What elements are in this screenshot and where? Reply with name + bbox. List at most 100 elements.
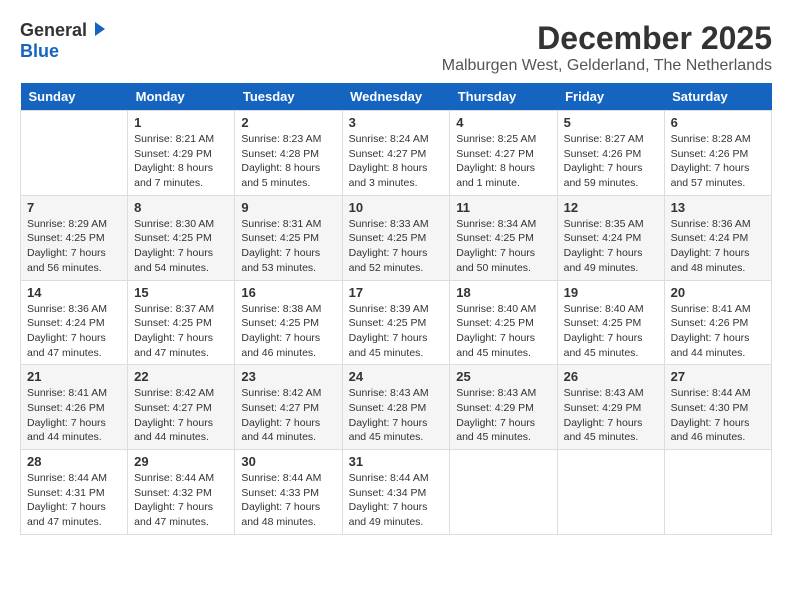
- logo-text-general: General: [20, 20, 87, 41]
- calendar-cell: 7 Sunrise: 8:29 AMSunset: 4:25 PMDaylight…: [21, 195, 128, 280]
- header-friday: Friday: [557, 83, 664, 111]
- day-info: Sunrise: 8:44 AMSunset: 4:31 PMDaylight:…: [27, 471, 121, 530]
- day-number: 3: [349, 115, 444, 130]
- day-info: Sunrise: 8:44 AMSunset: 4:32 PMDaylight:…: [134, 471, 228, 530]
- day-info: Sunrise: 8:40 AMSunset: 4:25 PMDaylight:…: [564, 302, 658, 361]
- calendar-cell: 26Sunrise: 8:43 AMSunset: 4:29 PMDayligh…: [557, 365, 664, 450]
- calendar-cell: 10Sunrise: 8:33 AMSunset: 4:25 PMDayligh…: [342, 195, 450, 280]
- day-number: 18: [456, 285, 550, 300]
- day-number: 27: [671, 369, 765, 384]
- calendar-header: Sunday Monday Tuesday Wednesday Thursday…: [21, 83, 772, 111]
- calendar-cell: 31 Sunrise: 8:44 AMSunset: 4:34 PMDayligh…: [342, 450, 450, 535]
- calendar-cell: 25Sunrise: 8:43 AMSunset: 4:29 PMDayligh…: [450, 365, 557, 450]
- calendar-cell: 5 Sunrise: 8:27 AMSunset: 4:26 PMDaylight…: [557, 111, 664, 196]
- day-info: Sunrise: 8:43 AMSunset: 4:28 PMDaylight:…: [349, 386, 444, 445]
- day-info: Sunrise: 8:35 AMSunset: 4:24 PMDaylight:…: [564, 217, 658, 276]
- day-info: Sunrise: 8:28 AMSunset: 4:26 PMDaylight:…: [671, 132, 765, 191]
- calendar-cell: 24 Sunrise: 8:43 AMSunset: 4:28 PMDayligh…: [342, 365, 450, 450]
- header-row: Sunday Monday Tuesday Wednesday Thursday…: [21, 83, 772, 111]
- day-number: 13: [671, 200, 765, 215]
- logo-icon: [89, 20, 107, 38]
- calendar-cell: 2 Sunrise: 8:23 AMSunset: 4:28 PMDaylight…: [235, 111, 342, 196]
- calendar-cell: [557, 450, 664, 535]
- calendar-cell: [450, 450, 557, 535]
- calendar-cell: 14 Sunrise: 8:36 AMSunset: 4:24 PMDayligh…: [21, 280, 128, 365]
- day-number: 7: [27, 200, 121, 215]
- day-number: 19: [564, 285, 658, 300]
- day-number: 25: [456, 369, 550, 384]
- day-info: Sunrise: 8:29 AMSunset: 4:25 PMDaylight:…: [27, 217, 121, 276]
- day-info: Sunrise: 8:43 AMSunset: 4:29 PMDaylight:…: [564, 386, 658, 445]
- calendar-cell: 22Sunrise: 8:42 AMSunset: 4:27 PMDayligh…: [128, 365, 235, 450]
- day-info: Sunrise: 8:24 AMSunset: 4:27 PMDaylight:…: [349, 132, 444, 191]
- calendar-cell: 16 Sunrise: 8:38 AMSunset: 4:25 PMDayligh…: [235, 280, 342, 365]
- day-info: Sunrise: 8:21 AMSunset: 4:29 PMDaylight:…: [134, 132, 228, 191]
- day-info: Sunrise: 8:37 AMSunset: 4:25 PMDaylight:…: [134, 302, 228, 361]
- day-number: 4: [456, 115, 550, 130]
- day-number: 23: [241, 369, 335, 384]
- day-number: 21: [27, 369, 121, 384]
- location-title: Malburgen West, Gelderland, The Netherla…: [442, 57, 772, 75]
- header-monday: Monday: [128, 83, 235, 111]
- header-tuesday: Tuesday: [235, 83, 342, 111]
- calendar-cell: 19 Sunrise: 8:40 AMSunset: 4:25 PMDayligh…: [557, 280, 664, 365]
- day-number: 14: [27, 285, 121, 300]
- day-info: Sunrise: 8:38 AMSunset: 4:25 PMDaylight:…: [241, 302, 335, 361]
- day-number: 28: [27, 454, 121, 469]
- calendar-cell: 9Sunrise: 8:31 AMSunset: 4:25 PMDaylight…: [235, 195, 342, 280]
- calendar-cell: 3 Sunrise: 8:24 AMSunset: 4:27 PMDaylight…: [342, 111, 450, 196]
- day-info: Sunrise: 8:44 AMSunset: 4:30 PMDaylight:…: [671, 386, 765, 445]
- day-number: 30: [241, 454, 335, 469]
- day-number: 6: [671, 115, 765, 130]
- day-number: 2: [241, 115, 335, 130]
- calendar-cell: 15Sunrise: 8:37 AMSunset: 4:25 PMDayligh…: [128, 280, 235, 365]
- calendar-cell: [664, 450, 771, 535]
- day-number: 5: [564, 115, 658, 130]
- week-row-3: 14 Sunrise: 8:36 AMSunset: 4:24 PMDayligh…: [21, 280, 772, 365]
- calendar-cell: 29Sunrise: 8:44 AMSunset: 4:32 PMDayligh…: [128, 450, 235, 535]
- day-info: Sunrise: 8:25 AMSunset: 4:27 PMDaylight:…: [456, 132, 550, 191]
- day-info: Sunrise: 8:44 AMSunset: 4:33 PMDaylight:…: [241, 471, 335, 530]
- day-info: Sunrise: 8:31 AMSunset: 4:25 PMDaylight:…: [241, 217, 335, 276]
- day-info: Sunrise: 8:44 AMSunset: 4:34 PMDaylight:…: [349, 471, 444, 530]
- day-number: 17: [349, 285, 444, 300]
- day-number: 12: [564, 200, 658, 215]
- day-info: Sunrise: 8:39 AMSunset: 4:25 PMDaylight:…: [349, 302, 444, 361]
- day-number: 8: [134, 200, 228, 215]
- day-info: Sunrise: 8:23 AMSunset: 4:28 PMDaylight:…: [241, 132, 335, 191]
- day-info: Sunrise: 8:30 AMSunset: 4:25 PMDaylight:…: [134, 217, 228, 276]
- header-wednesday: Wednesday: [342, 83, 450, 111]
- calendar-cell: 17 Sunrise: 8:39 AMSunset: 4:25 PMDayligh…: [342, 280, 450, 365]
- header-saturday: Saturday: [664, 83, 771, 111]
- week-row-1: 1 Sunrise: 8:21 AMSunset: 4:29 PMDaylight…: [21, 111, 772, 196]
- day-info: Sunrise: 8:36 AMSunset: 4:24 PMDaylight:…: [27, 302, 121, 361]
- day-info: Sunrise: 8:41 AMSunset: 4:26 PMDaylight:…: [27, 386, 121, 445]
- header-sunday: Sunday: [21, 83, 128, 111]
- week-row-2: 7 Sunrise: 8:29 AMSunset: 4:25 PMDaylight…: [21, 195, 772, 280]
- calendar-table: Sunday Monday Tuesday Wednesday Thursday…: [20, 83, 772, 535]
- day-number: 10: [349, 200, 444, 215]
- calendar-cell: 30 Sunrise: 8:44 AMSunset: 4:33 PMDayligh…: [235, 450, 342, 535]
- day-info: Sunrise: 8:41 AMSunset: 4:26 PMDaylight:…: [671, 302, 765, 361]
- calendar-cell: 20Sunrise: 8:41 AMSunset: 4:26 PMDayligh…: [664, 280, 771, 365]
- header-thursday: Thursday: [450, 83, 557, 111]
- day-number: 24: [349, 369, 444, 384]
- week-row-4: 21 Sunrise: 8:41 AMSunset: 4:26 PMDayligh…: [21, 365, 772, 450]
- page-header: General Blue December 2025 Malburgen Wes…: [20, 20, 772, 75]
- day-info: Sunrise: 8:34 AMSunset: 4:25 PMDaylight:…: [456, 217, 550, 276]
- day-number: 1: [134, 115, 228, 130]
- day-info: Sunrise: 8:27 AMSunset: 4:26 PMDaylight:…: [564, 132, 658, 191]
- calendar-cell: 12 Sunrise: 8:35 AMSunset: 4:24 PMDayligh…: [557, 195, 664, 280]
- day-number: 22: [134, 369, 228, 384]
- day-number: 16: [241, 285, 335, 300]
- day-number: 31: [349, 454, 444, 469]
- calendar-cell: 1 Sunrise: 8:21 AMSunset: 4:29 PMDaylight…: [128, 111, 235, 196]
- calendar-cell: 28 Sunrise: 8:44 AMSunset: 4:31 PMDayligh…: [21, 450, 128, 535]
- logo: General Blue: [20, 20, 107, 62]
- calendar-cell: 11 Sunrise: 8:34 AMSunset: 4:25 PMDayligh…: [450, 195, 557, 280]
- logo-text-blue: Blue: [20, 41, 59, 62]
- day-number: 11: [456, 200, 550, 215]
- calendar-cell: 27 Sunrise: 8:44 AMSunset: 4:30 PMDayligh…: [664, 365, 771, 450]
- day-info: Sunrise: 8:42 AMSunset: 4:27 PMDaylight:…: [241, 386, 335, 445]
- day-info: Sunrise: 8:36 AMSunset: 4:24 PMDaylight:…: [671, 217, 765, 276]
